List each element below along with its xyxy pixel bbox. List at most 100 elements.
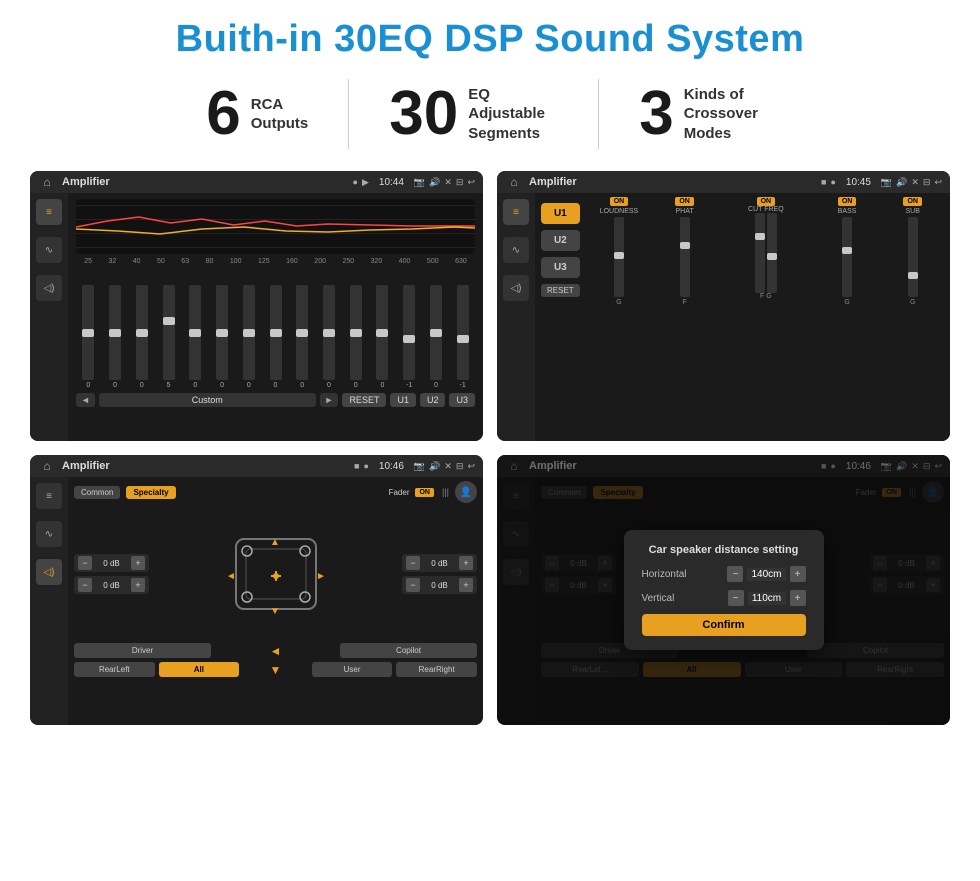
eq-status-bar: ⌂ Amplifier ● ▶ 10:44 📷 🔊 ✕ ⊟ ↩ [30,171,483,193]
eq-slider-track[interactable] [457,285,469,380]
db-row-tl: − 0 dB + [74,554,149,572]
db-plus-bl[interactable]: + [131,578,145,592]
eq-slider-track[interactable] [296,285,308,380]
minimize-icon: ⊟ [456,177,464,188]
eq-sidebar-eq-icon[interactable]: ≡ [36,199,62,225]
rearright-btn[interactable]: RearRight [396,662,477,677]
home-icon-2[interactable]: ⌂ [505,173,523,191]
db-val-bl: 0 dB [95,581,128,590]
db-plus-br[interactable]: + [459,578,473,592]
home-icon-3[interactable]: ⌂ [38,457,56,475]
eq-sidebar-wave-icon[interactable]: ∿ [36,237,62,263]
eq-slider-track[interactable] [163,285,175,380]
crossover-sidebar-eq-icon[interactable]: ≡ [503,199,529,225]
cutfreq-slider-f[interactable] [755,213,765,293]
common-button[interactable]: Common [74,486,120,499]
u-buttons-col: U1 U2 U3 RESET [541,197,580,437]
db-minus-tr[interactable]: − [406,556,420,570]
eq-screen: ⌂ Amplifier ● ▶ 10:44 📷 🔊 ✕ ⊟ ↩ ≡ [30,171,483,441]
eq-prev-btn[interactable]: ◄ [76,393,95,407]
eq-slider-track[interactable] [376,285,388,380]
down-arrow-btn[interactable]: ▼ [270,663,282,677]
loudness-channel: ON LOUDNESS G [588,197,651,306]
eq-slider-track[interactable] [323,285,335,380]
db-plus-tr[interactable]: + [459,556,473,570]
user-btn[interactable]: User [312,662,393,677]
eq-u3-btn[interactable]: U3 [449,393,475,407]
eq-slider-track[interactable] [189,285,201,380]
sub-slider[interactable] [908,217,918,297]
u1-button[interactable]: U1 [541,203,580,224]
dialog-horizontal-plus[interactable]: + [790,566,806,582]
fader-bottom-row-1: Driver ◄ Copilot [74,643,477,658]
dialog-vertical-plus[interactable]: + [790,590,806,606]
rec-icon-3: ■ [354,461,359,471]
reset-btn[interactable]: RESET [541,284,580,297]
eq-slider-track[interactable] [270,285,282,380]
bass-slider[interactable] [842,217,852,297]
crossover-sidebar-wave-icon[interactable]: ∿ [503,237,529,263]
eq-slider-track[interactable] [243,285,255,380]
crossover-time: 10:45 [846,177,871,188]
eq-custom-btn[interactable]: Custom [99,393,316,407]
rearleft-btn[interactable]: RearLeft [74,662,155,677]
eq-u1-btn[interactable]: U1 [390,393,416,407]
phat-slider[interactable] [680,217,690,297]
db-val-br: 0 dB [423,581,456,590]
cutfreq-thumb-g [767,253,777,260]
db-plus-tl[interactable]: + [131,556,145,570]
eq-slider-thumb [136,329,148,337]
stat-label-eq: EQ AdjustableSegments [468,85,558,144]
loudness-g-label: G [616,299,621,306]
eq-slider-track[interactable] [82,285,94,380]
home-icon[interactable]: ⌂ [38,173,56,191]
volume-icon-2: 🔊 [896,177,907,188]
eq-sidebar-speaker-icon[interactable]: ◁) [36,275,62,301]
fader-sidebar-eq-icon[interactable]: ≡ [36,483,62,509]
eq-slider-track[interactable] [136,285,148,380]
eq-slider-track[interactable] [216,285,228,380]
eq-slider-thumb [403,335,415,343]
loudness-slider[interactable] [614,217,624,297]
eq-reset-btn[interactable]: RESET [342,393,386,407]
copilot-btn[interactable]: Copilot [340,643,477,658]
speaker-settings-btn[interactable]: 👤 [455,481,477,503]
eq-main-area: 253240506380100125160200250320400500630 … [68,193,483,441]
back-icon-2: ↩ [934,177,942,188]
eq-slider-thumb [243,329,255,337]
crossover-sidebar-speaker-icon[interactable]: ◁) [503,275,529,301]
left-arrow-btn[interactable]: ◄ [270,644,282,658]
all-btn[interactable]: All [159,662,240,677]
fader-sidebar-speaker-icon[interactable]: ◁) [36,559,62,585]
db-minus-br[interactable]: − [406,578,420,592]
specialty-button[interactable]: Specialty [126,486,175,499]
bass-label: BASS [838,208,857,215]
eq-slider-thumb [189,329,201,337]
eq-slider-thumb [216,329,228,337]
dialog-horizontal-minus[interactable]: − [727,566,743,582]
cutfreq-slider-g[interactable] [767,213,777,293]
eq-time: 10:44 [379,177,404,188]
db-minus-bl[interactable]: − [78,578,92,592]
eq-slider-col: 0 [343,285,368,389]
eq-slider-thumb [457,335,469,343]
eq-slider-col: 0 [129,285,154,389]
dialog-vertical-minus[interactable]: − [728,590,744,606]
eq-u2-btn[interactable]: U2 [420,393,446,407]
db-minus-tl[interactable]: − [78,556,92,570]
camera-icon-3: 📷 [414,461,425,472]
eq-next-btn[interactable]: ► [320,393,339,407]
eq-slider-track[interactable] [403,285,415,380]
cutfreq-thumb-f [755,233,765,240]
eq-slider-track[interactable] [109,285,121,380]
fader-sidebar-wave-icon[interactable]: ∿ [36,521,62,547]
close-icon-2: ✕ [911,177,919,188]
eq-slider-track[interactable] [350,285,362,380]
u2-button[interactable]: U2 [541,230,580,251]
driver-btn[interactable]: Driver [74,643,211,658]
confirm-button[interactable]: Confirm [642,614,806,636]
u3-button[interactable]: U3 [541,257,580,278]
cutfreq-channel: ON CUT FREQ F G [719,197,813,306]
eq-slider-track[interactable] [430,285,442,380]
bass-g-label: G [844,299,849,306]
